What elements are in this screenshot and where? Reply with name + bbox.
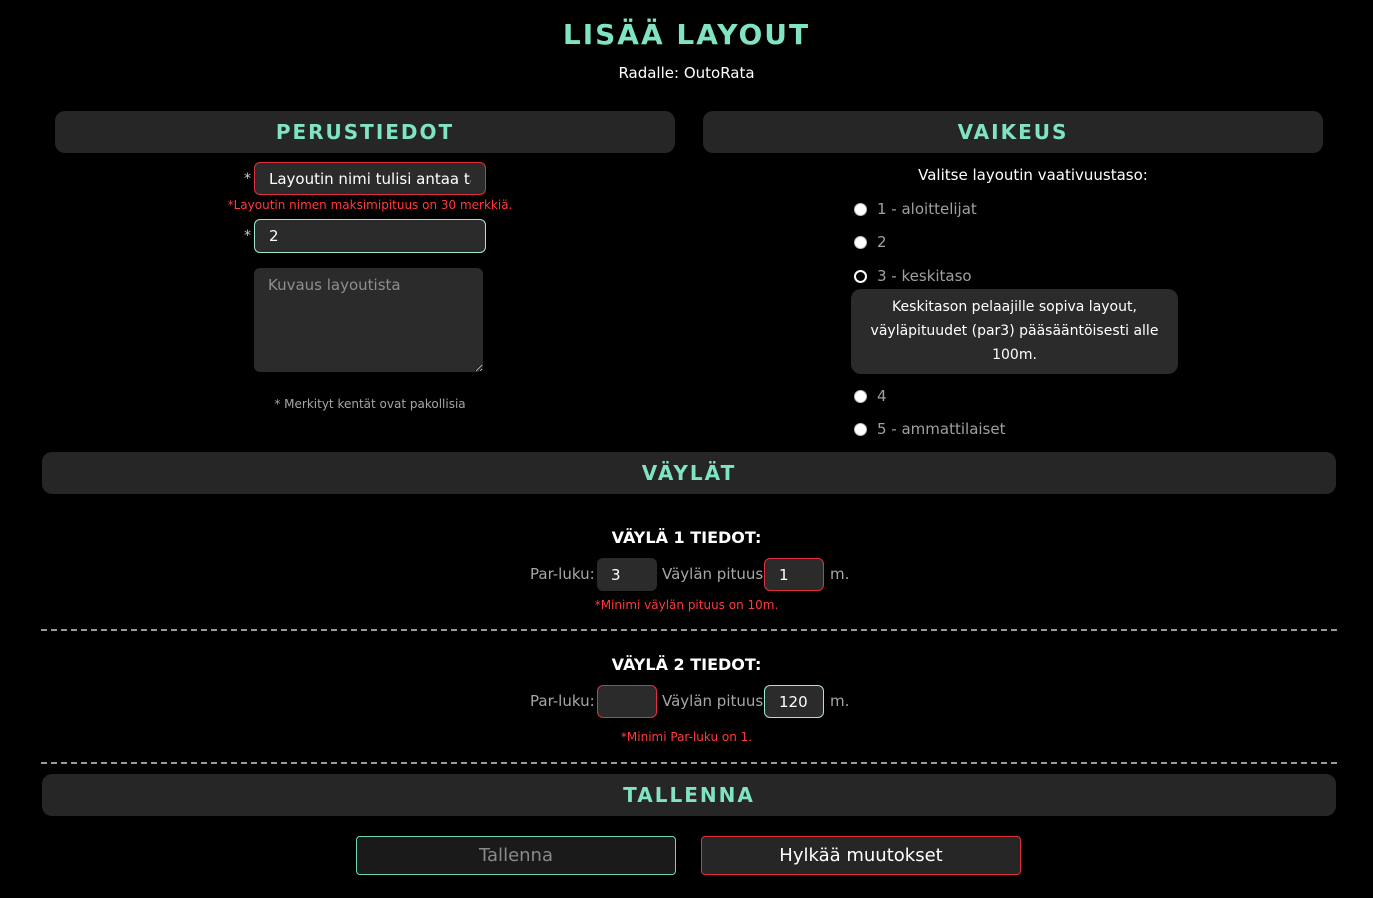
difficulty-option-2[interactable]: 2 [854,233,887,251]
hole-1-title: VÄYLÄ 1 TIEDOT: [611,528,762,547]
description-textarea[interactable] [254,268,483,372]
difficulty-option-3[interactable]: 3 - keskitaso [854,267,972,285]
difficulty-option-label: 1 - aloittelijat [877,200,977,218]
difficulty-option-4[interactable]: 4 [854,387,887,405]
hole-2-length-input[interactable]: 120 [764,685,824,718]
required-fields-note: * Merkityt kentät ovat pakollisia [274,397,466,411]
hole-1-par-input[interactable]: 3 [597,558,657,591]
length-label: Väylän pituus: [662,565,769,583]
required-marker: * [244,228,251,244]
difficulty-tooltip: Keskitason pelaajille sopiva layout, väy… [851,289,1178,374]
page-title: LISÄÄ LAYOUT [562,18,811,51]
radio-button[interactable] [854,202,867,216]
unit-label: m. [830,692,850,710]
radio-button[interactable] [854,235,867,249]
page-subtitle: Radalle: OutoRata [618,64,755,82]
layout-name-input[interactable] [254,162,486,195]
difficulty-option-label: 5 - ammattilaiset [877,420,1006,438]
difficulty-option-1[interactable]: 1 - aloittelijat [854,200,977,218]
difficulty-header: VAIKEUS [703,111,1323,153]
add-layout-page: LISÄÄ LAYOUT Radalle: OutoRata PERUSTIED… [0,0,1373,898]
difficulty-option-5[interactable]: 5 - ammattilaiset [854,420,1005,438]
difficulty-prompt: Valitse layoutin vaativuustaso: [918,166,1148,184]
radio-button[interactable] [854,422,867,436]
required-marker: * [244,171,251,187]
par-label: Par-luku: [530,692,595,710]
hole-1-length-input[interactable]: 1 [764,558,824,591]
hole-2-error: *Minimi Par-luku on 1. [620,730,753,744]
difficulty-option-label: 4 [877,387,887,405]
save-button[interactable]: Tallenna [356,836,676,875]
holes-header: VÄYLÄT [42,452,1336,494]
holes-count-input[interactable] [254,219,486,253]
save-header: TALLENNA [42,774,1336,816]
hole-2-par-input[interactable] [597,685,657,718]
hole-2-title: VÄYLÄ 2 TIEDOT: [611,655,762,674]
radio-button[interactable] [854,389,867,403]
unit-label: m. [830,565,850,583]
basic-info-header: PERUSTIEDOT [55,111,675,153]
divider [41,629,1337,631]
discard-changes-button[interactable]: Hylkää muutokset [701,836,1021,875]
difficulty-option-label: 3 - keskitaso [877,267,972,285]
length-label: Väylän pituus: [662,692,769,710]
par-label: Par-luku: [530,565,595,583]
layout-name-error: *Layoutin nimen maksimipituus on 30 merk… [227,198,513,212]
radio-button-checked[interactable] [854,269,867,283]
divider [41,762,1337,764]
hole-1-error: *Minimi väylän pituus on 10m. [594,598,779,612]
difficulty-option-label: 2 [877,233,887,251]
